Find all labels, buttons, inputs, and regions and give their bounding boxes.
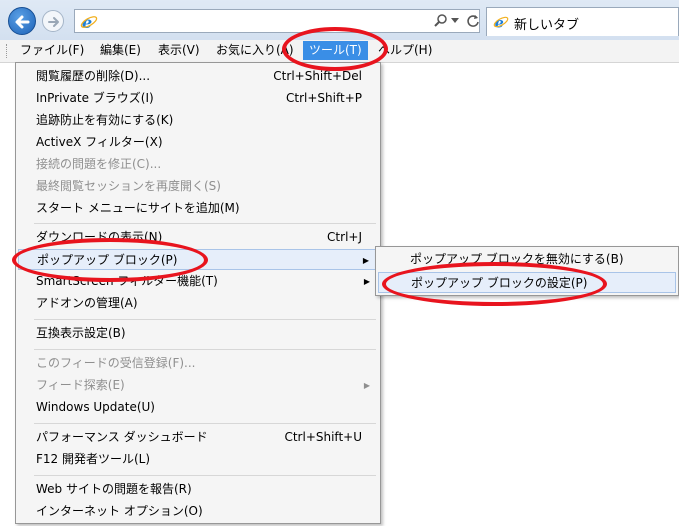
menu-separator xyxy=(34,423,376,424)
navigation-bar: e e 新しいタブ xyxy=(0,0,679,41)
menu-separator xyxy=(34,349,376,350)
menu-view[interactable]: 表示(V) xyxy=(152,41,206,60)
search-icon[interactable] xyxy=(433,13,449,29)
ie-logo-icon: e xyxy=(80,13,98,31)
toolbar-grip xyxy=(6,44,9,58)
submenu-item-disable-popup-blocker[interactable]: ポップアップ ブロックを無効にする(B) xyxy=(378,249,676,270)
back-button[interactable] xyxy=(8,7,36,35)
refresh-icon[interactable] xyxy=(465,13,481,29)
menu-item-activex-filter[interactable]: ActiveX フィルター(X) xyxy=(18,132,378,153)
forward-button[interactable] xyxy=(42,10,64,32)
menu-item-view-downloads[interactable]: ダウンロードの表示(N) Ctrl+J xyxy=(18,227,378,248)
submenu-arrow-icon: ▶ xyxy=(363,277,370,286)
menu-item-performance-dashboard[interactable]: パフォーマンス ダッシュボード Ctrl+Shift+U xyxy=(18,427,378,448)
menu-item-subscribe-feed: このフィードの受信登録(F)... xyxy=(36,356,196,370)
menu-tools[interactable]: ツール(T) xyxy=(303,41,368,60)
back-arrow-icon xyxy=(15,15,30,29)
menu-item-compatibility-view[interactable]: 互換表示設定(B) xyxy=(18,323,378,344)
submenu-item-popup-blocker-settings[interactable]: ポップアップ ブロックの設定(P) xyxy=(378,272,676,293)
tools-menu: 閲覧履歴の削除(D)... Ctrl+Shift+Del InPrivate ブ… xyxy=(15,62,381,524)
menu-favorites[interactable]: お気に入り(A) xyxy=(210,41,300,60)
menu-item-reopen-session: 最終閲覧セッションを再度開く(S) xyxy=(36,179,221,193)
menu-separator xyxy=(34,223,376,224)
menu-item-fix-connection: 接続の問題を修正(C)... xyxy=(36,157,162,171)
menu-item-internet-options[interactable]: インターネット オプション(O) xyxy=(18,501,378,522)
menu-bar: ファイル(F) 編集(E) 表示(V) お気に入り(A) ツール(T) ヘルプ(… xyxy=(0,40,679,63)
menu-item-delete-history[interactable]: 閲覧履歴の削除(D)... Ctrl+Shift+Del xyxy=(18,66,378,87)
menu-file[interactable]: ファイル(F) xyxy=(14,41,90,60)
menu-item-feed-discovery: フィード探索(E) ▶ xyxy=(18,375,378,396)
chevron-down-icon[interactable] xyxy=(451,18,459,24)
submenu-arrow-icon: ▶ xyxy=(363,381,370,390)
menu-item-manage-addons[interactable]: アドオンの管理(A) xyxy=(18,293,378,314)
menu-help[interactable]: ヘルプ(H) xyxy=(372,41,438,60)
menu-edit[interactable]: 編集(E) xyxy=(94,41,147,60)
tab-new[interactable]: e 新しいタブ xyxy=(486,7,679,36)
menu-separator xyxy=(34,319,376,320)
forward-arrow-icon xyxy=(48,17,59,27)
menu-item-tracking-protection[interactable]: 追跡防止を有効にする(K) xyxy=(18,110,378,131)
tab-title: 新しいタブ xyxy=(514,18,580,33)
menu-item-windows-update[interactable]: Windows Update(U) xyxy=(18,397,378,418)
menu-item-popup-blocker[interactable]: ポップアップ ブロック(P) ▶ xyxy=(18,249,378,270)
menu-item-inprivate[interactable]: InPrivate ブラウズ(I) Ctrl+Shift+P xyxy=(18,88,378,109)
menu-separator xyxy=(34,475,376,476)
submenu-arrow-icon: ▶ xyxy=(362,256,369,265)
menu-item-smartscreen[interactable]: SmartScreen フィルター機能(T) ▶ xyxy=(18,271,378,292)
ie-logo-icon: e xyxy=(493,15,509,30)
menu-item-report-site-problem[interactable]: Web サイトの問題を報告(R) xyxy=(18,479,378,500)
address-bar[interactable]: e xyxy=(74,9,480,33)
popup-blocker-submenu: ポップアップ ブロックを無効にする(B) ポップアップ ブロックの設定(P) xyxy=(375,246,679,296)
menu-item-f12-devtools[interactable]: F12 開発者ツール(L) xyxy=(18,449,378,470)
menu-item-add-to-start[interactable]: スタート メニューにサイトを追加(M) xyxy=(18,198,378,219)
